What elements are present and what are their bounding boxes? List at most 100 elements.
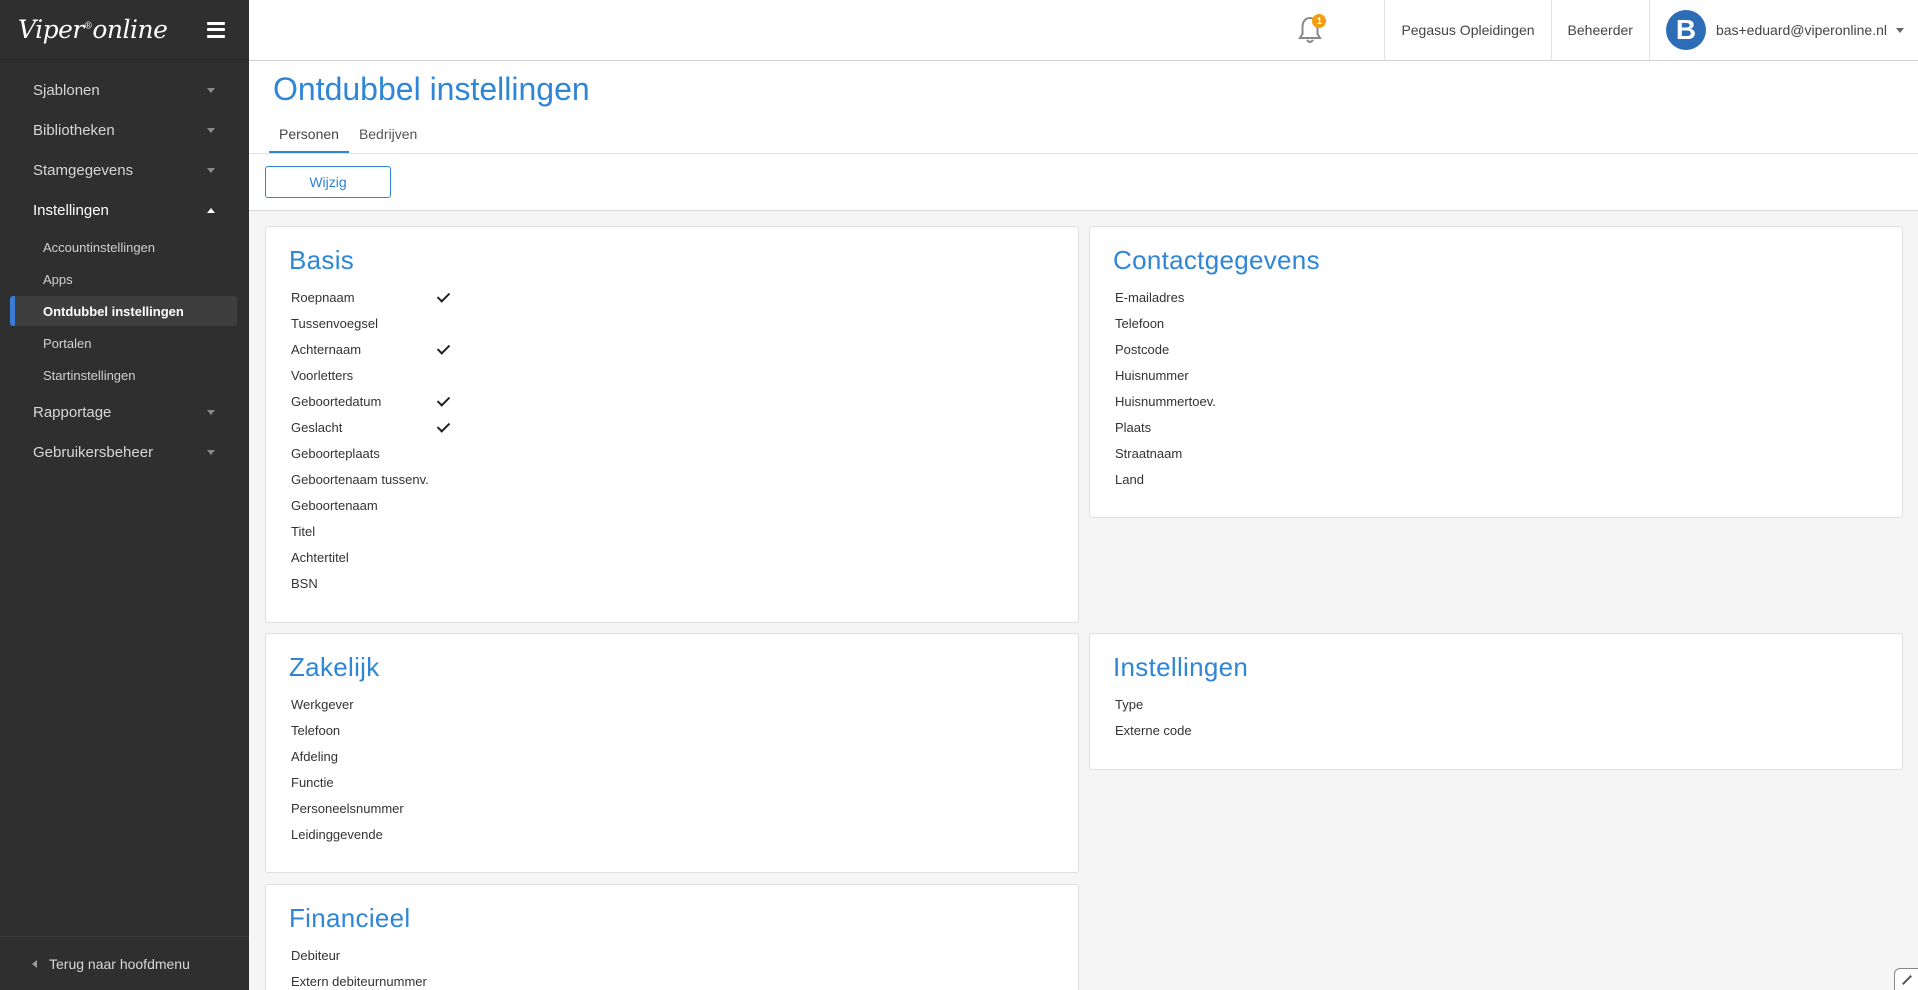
section-title: Basis (289, 245, 355, 275)
field-label: Telefoon (291, 722, 341, 738)
sidebar-item-label: Bibliotheken (33, 121, 115, 139)
page-title: Ontdubbel instellingen (273, 71, 590, 107)
field-row: Leidinggevende (266, 821, 1078, 847)
sidebar-subitem-apps[interactable]: Apps (10, 264, 237, 294)
field-label: Debiteur (291, 947, 341, 963)
sidebar-item-gebruikersbeheer[interactable]: Gebruikersbeheer (0, 432, 249, 472)
field-row: Geboortedatum (266, 388, 1078, 414)
field-label: Telefoon (1115, 315, 1165, 331)
section-title: Financieel (289, 903, 411, 933)
instellingen-card: Instellingen Type Externe code (1089, 633, 1903, 770)
field-label: Personeelsnummer (291, 800, 404, 816)
field-row: Titel (266, 518, 1078, 544)
field-label: Leidinggevende (291, 826, 383, 842)
sidebar-nav: Sjablonen Bibliotheken Stamgegevens Inst… (0, 60, 249, 472)
field-label: Afdeling (291, 748, 338, 764)
caret-up-icon (207, 207, 215, 213)
field-row: Functie (266, 769, 1078, 795)
sidebar-subitem-portalen[interactable]: Portalen (10, 328, 237, 358)
field-label: Functie (291, 774, 334, 790)
caret-down-icon (207, 167, 215, 173)
chevron-down-icon (1896, 27, 1904, 33)
field-row: Land (1090, 466, 1902, 492)
sidebar-item-rapportage[interactable]: Rapportage (0, 392, 249, 432)
sidebar-item-instellingen[interactable]: Instellingen (0, 190, 249, 230)
user-email: bas+eduard@viperonline.nl (1715, 22, 1887, 38)
tab-personen[interactable]: Personen (269, 123, 349, 153)
field-label: Achtertitel (291, 549, 349, 565)
section-title: Contactgegevens (1113, 245, 1320, 275)
caret-left-icon (32, 959, 37, 968)
field-row: Huisnummer (1090, 362, 1902, 388)
checkmark-icon (436, 422, 450, 432)
field-row: Geboortenaam tussenv. (266, 466, 1078, 492)
tab-bedrijven[interactable]: Bedrijven (349, 123, 427, 153)
field-row: E-mailadres (1090, 284, 1902, 310)
checkmark-icon (436, 396, 450, 406)
field-row: Plaats (1090, 414, 1902, 440)
field-row: Externe code (1090, 717, 1902, 743)
checkmark-icon (436, 292, 450, 302)
field-label: Huisnummer (1115, 367, 1189, 383)
zakelijk-card: Zakelijk Werkgever Telefoon Afdeling Functi… (265, 633, 1079, 873)
top-bar: 1 Pegasus Opleidingen Beheerder B bas+ed… (249, 0, 1918, 61)
sidebar-item-label: Rapportage (33, 403, 112, 421)
edit-button[interactable]: Wijzig (265, 166, 391, 198)
viper-online-logo[interactable]: Viper®online (18, 15, 168, 44)
notification-badge: 1 (1312, 14, 1327, 28)
field-label: Titel (291, 523, 316, 539)
instellingen-submenu: Accountinstellingen Apps Ontdubbel inste… (0, 232, 249, 390)
field-label: BSN (291, 575, 318, 591)
user-menu[interactable]: B bas+eduard@viperonline.nl (1648, 0, 1918, 60)
field-label: E-mailadres (1115, 289, 1185, 305)
sidebar-item-label: Instellingen (33, 201, 109, 219)
field-row: BSN (266, 570, 1078, 596)
tab-bar: Personen Bedrijven (269, 123, 427, 153)
field-row: Telefoon (1090, 310, 1902, 336)
corner-tool-icon[interactable] (1894, 968, 1918, 990)
field-label: Huisnummertoev. (1115, 393, 1216, 409)
avatar: B (1665, 10, 1706, 50)
sidebar-item-sjablonen[interactable]: Sjablonen (0, 70, 249, 110)
field-row: Extern debiteurnummer (266, 968, 1078, 990)
field-label: Werkgever (291, 696, 354, 712)
divider (249, 153, 1918, 154)
sidebar-item-label: Stamgegevens (33, 161, 134, 179)
field-label: Plaats (1115, 419, 1152, 435)
sidebar-item-label: Gebruikersbeheer (33, 443, 154, 461)
field-row: Achtertitel (266, 544, 1078, 570)
caret-down-icon (207, 87, 215, 93)
field-row: Straatnaam (1090, 440, 1902, 466)
field-row: Geboortenaam (266, 492, 1078, 518)
caret-down-icon (207, 449, 215, 455)
hamburger-menu-icon[interactable] (207, 21, 225, 38)
brand-bar: Viper®online (0, 0, 249, 60)
field-label: Tussenvoegsel (291, 315, 378, 331)
back-link-label: Terug naar hoofdmenu (49, 955, 190, 972)
back-to-main-menu-link[interactable]: Terug naar hoofdmenu (0, 936, 249, 990)
notifications-button[interactable]: 1 (1270, 0, 1350, 60)
sidebar: Viper®online Sjablonen Bibliotheken Stam… (0, 0, 249, 990)
sidebar-item-stamgegevens[interactable]: Stamgegevens (0, 150, 249, 190)
field-row: Voorletters (266, 362, 1078, 388)
field-row: Telefoon (266, 717, 1078, 743)
page-header: Ontdubbel instellingen Personen Bedrijve… (249, 61, 1918, 211)
field-label: Voorletters (291, 367, 354, 383)
field-label: Postcode (1115, 341, 1170, 357)
field-row: Postcode (1090, 336, 1902, 362)
sidebar-subitem-ontdubbel-instellingen[interactable]: Ontdubbel instellingen (10, 296, 237, 326)
sidebar-item-bibliotheken[interactable]: Bibliotheken (0, 110, 249, 150)
field-label: Land (1115, 471, 1144, 487)
field-label: Geslacht (291, 419, 343, 435)
field-label: Straatnaam (1115, 445, 1183, 461)
basis-card: Basis Roepnaam Tussenvoegsel Achternaam Voo… (265, 226, 1079, 623)
field-label: Geboortenaam tussenv. (291, 471, 429, 487)
field-row: Afdeling (266, 743, 1078, 769)
organization-link[interactable]: Pegasus Opleidingen (1384, 0, 1550, 60)
checkmark-icon (436, 344, 450, 354)
field-label: Externe code (1115, 722, 1192, 738)
field-row: Achternaam (266, 336, 1078, 362)
sidebar-subitem-startinstellingen[interactable]: Startinstellingen (10, 360, 237, 390)
role-link[interactable]: Beheerder (1550, 0, 1649, 60)
sidebar-subitem-accountinstellingen[interactable]: Accountinstellingen (10, 232, 237, 262)
